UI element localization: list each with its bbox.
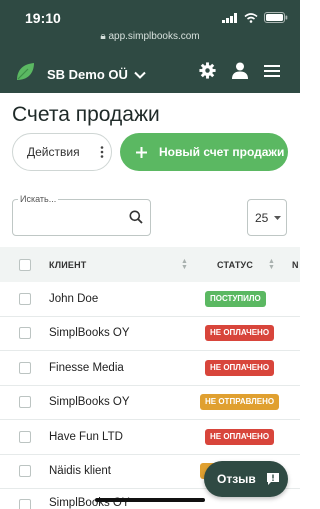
status-badge: НЕ ОПЛАЧЕНО — [205, 359, 275, 376]
table-header: КЛИЕНТ ▲ ▼ СТАТУС ▲ ▼ N — [0, 247, 300, 282]
status-time: 19:10 — [25, 10, 61, 26]
actions-label: Действия — [27, 145, 80, 159]
status-badge: НЕ ОТПРАВЛЕНО — [200, 394, 280, 411]
table-row[interactable]: Finesse Media НЕ ОПЛАЧЕНО — [0, 351, 300, 386]
new-invoice-button[interactable]: Новый счет продажи — [120, 133, 288, 171]
status-badge: НЕ ОПЛАЧЕНО — [205, 428, 275, 445]
header-actions — [199, 62, 280, 79]
per-page-value: 25 — [255, 210, 269, 225]
client-name[interactable]: Have Fun LTD — [49, 431, 123, 443]
user-icon[interactable] — [232, 62, 248, 79]
signal-icon — [222, 12, 237, 23]
actions-button[interactable]: Действия — [12, 133, 112, 171]
search-icon[interactable] — [129, 210, 143, 224]
row-checkbox[interactable] — [19, 465, 31, 478]
status-badge: ПОСТУПИЛО — [205, 290, 266, 307]
client-name[interactable]: John Doe — [49, 293, 98, 305]
per-page-select[interactable]: 25 — [247, 199, 287, 236]
chevron-down-icon — [134, 71, 146, 79]
sort-icon[interactable]: ▲ ▼ — [268, 258, 275, 271]
row-checkbox[interactable] — [19, 292, 31, 305]
new-invoice-label: Новый счет продажи — [159, 145, 285, 159]
search-label: Искать... — [18, 194, 59, 204]
caret-down-icon — [274, 215, 282, 220]
battery-icon — [264, 12, 288, 23]
row-checkbox[interactable] — [19, 396, 31, 409]
more-vertical-icon — [100, 146, 103, 158]
row-checkbox[interactable] — [19, 499, 31, 509]
row-checkbox[interactable] — [19, 361, 31, 374]
gear-icon[interactable] — [199, 62, 216, 79]
status-icons — [222, 12, 288, 23]
sort-icon[interactable]: ▲ ▼ — [181, 258, 188, 271]
column-status[interactable]: СТАТУС — [217, 260, 253, 270]
table-row[interactable]: Have Fun LTD НЕ ОПЛАЧЕНО — [0, 420, 300, 455]
logo-leaf-icon[interactable] — [14, 61, 36, 83]
table-row[interactable]: SimplBooks OY НЕ ОТПРАВЛЕНО — [0, 386, 300, 420]
company-name: SB Demo OÜ — [47, 67, 128, 82]
browser-url: app.simplbooks.com — [108, 31, 200, 42]
feedback-button[interactable]: Отзыв — [204, 461, 288, 497]
feedback-label: Отзыв — [217, 472, 256, 486]
status-bar: 19:10 — [0, 0, 300, 31]
row-checkbox[interactable] — [19, 327, 31, 340]
plus-icon — [136, 146, 147, 158]
select-all-checkbox[interactable] — [19, 258, 31, 271]
client-name[interactable]: SimplBooks OY — [49, 396, 130, 408]
company-switcher[interactable]: SB Demo OÜ — [47, 67, 146, 82]
menu-icon[interactable] — [264, 64, 280, 78]
search-input[interactable] — [12, 199, 151, 236]
table-row[interactable]: John Doe ПОСТУПИЛО — [0, 282, 300, 317]
table-row[interactable]: SimplBooks OY НЕ ОПЛАЧЕНО — [0, 317, 300, 351]
client-name[interactable]: Finesse Media — [49, 362, 124, 374]
page-title: Счета продажи — [12, 103, 160, 126]
wifi-icon — [244, 12, 258, 23]
client-name[interactable]: Näidis klient — [49, 465, 111, 477]
home-indicator — [95, 498, 205, 502]
status-badge: НЕ ОПЛАЧЕНО — [205, 325, 275, 342]
column-client[interactable]: КЛИЕНТ — [49, 260, 86, 270]
browser-url-bar[interactable]: 🔒︎ app.simplbooks.com — [0, 31, 300, 42]
feedback-chat-icon — [266, 473, 279, 485]
row-checkbox[interactable] — [19, 430, 31, 443]
column-next[interactable]: N — [292, 260, 299, 270]
lock-icon: 🔒︎ — [100, 31, 106, 42]
client-name[interactable]: SimplBooks OY — [49, 327, 130, 339]
app-header: 🔒︎ app.simplbooks.com SB Demo OÜ — [0, 31, 300, 93]
